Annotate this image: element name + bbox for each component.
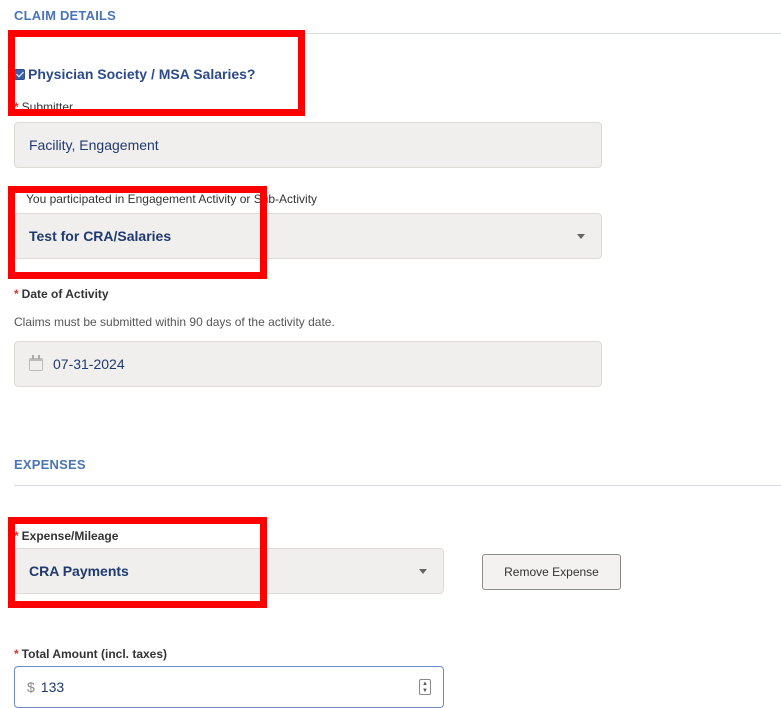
expense-type-label: * Expense/Mileage [14,529,119,543]
required-marker: * [14,287,19,301]
activity-label: You participated in Engagement Activity … [26,192,318,206]
submitter-value: Facility, Engagement [29,137,159,153]
activity-select[interactable]: Test for CRA/Salaries [14,213,602,259]
date-field[interactable]: 07-31-2024 [14,341,602,387]
required-marker: * [14,529,19,543]
expenses-title: EXPENSES [14,457,86,472]
total-amount-input[interactable]: $ 133 ▲ ▼ [14,666,444,708]
physician-society-checkbox[interactable] [14,68,25,80]
expenses-divider [14,485,781,486]
date-label: * Date of Activity [14,287,109,301]
date-value: 07-31-2024 [53,356,125,372]
required-marker: * [14,100,19,114]
physician-society-checkbox-row[interactable]: Physician Society / MSA Salaries? [14,66,255,82]
total-amount-label: * Total Amount (incl. taxes) [14,647,168,661]
calendar-icon[interactable] [29,354,43,371]
submitter-label: * Submitter [14,100,74,114]
remove-expense-button[interactable]: Remove Expense [482,554,621,590]
claim-details-title: CLAIM DETAILS [14,8,117,23]
date-help-text: Claims must be submitted within 90 days … [14,315,335,329]
submitter-field[interactable]: Facility, Engagement [14,122,602,168]
amount-stepper[interactable]: ▲ ▼ [419,679,431,695]
total-amount-value: 133 [40,679,65,695]
expense-type-select[interactable]: CRA Payments [14,548,444,594]
activity-value: Test for CRA/Salaries [29,228,172,244]
currency-symbol: $ [27,679,35,695]
claim-details-divider [14,33,781,34]
expense-type-value: CRA Payments [29,563,129,579]
physician-society-label: Physician Society / MSA Salaries? [28,66,256,82]
required-marker: * [14,647,19,661]
